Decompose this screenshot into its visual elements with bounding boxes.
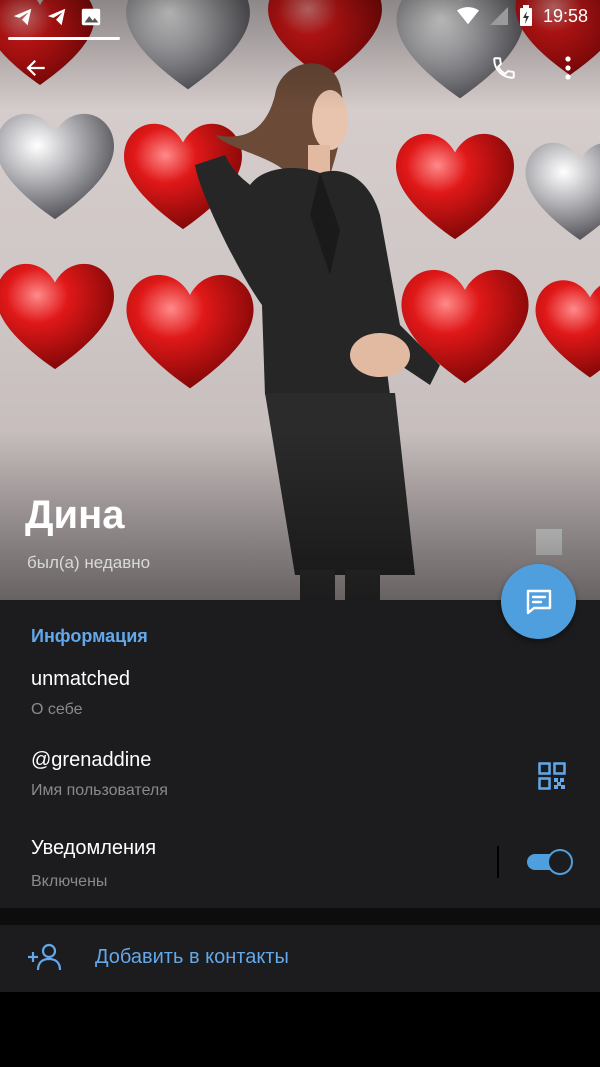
profile-last-seen: был(а) недавно [27, 553, 151, 572]
image-icon [81, 8, 101, 26]
profile-name: Дина [25, 493, 125, 537]
section-title: Информация [31, 626, 148, 646]
back-button[interactable] [16, 48, 56, 88]
arrow-left-icon [26, 59, 45, 77]
status-time: 19:58 [542, 5, 588, 26]
telegram-icon [13, 8, 32, 26]
more-vertical-icon [565, 56, 571, 80]
status-bar: 19:58 [0, 0, 600, 40]
notifications-title[interactable]: Уведомления [31, 837, 156, 860]
bio-label: О себе [31, 701, 83, 718]
bio-value[interactable]: unmatched [31, 668, 130, 691]
section-separator [0, 908, 600, 925]
qr-code-icon[interactable] [538, 762, 566, 790]
profile-photo[interactable]: Дина был(а) недавно [0, 0, 600, 600]
heart-balloon [520, 125, 600, 240]
battery-charging-icon [519, 5, 532, 26]
divider [497, 846, 499, 878]
add-user-icon [28, 943, 61, 971]
username-label: Имя пользователя [31, 782, 168, 799]
more-menu-button[interactable] [548, 48, 588, 88]
signal-icon [489, 7, 508, 25]
username-value[interactable]: @grenaddine [31, 749, 151, 772]
send-message-button[interactable] [501, 564, 576, 639]
phone-icon [493, 57, 515, 79]
message-icon [526, 589, 551, 614]
telegram-icon [47, 8, 66, 26]
wifi-icon [456, 7, 479, 25]
add-to-contacts-button[interactable]: Добавить в контакты [0, 925, 600, 992]
heart-balloon [0, 100, 114, 220]
story-progress-bar [8, 37, 120, 40]
heart-balloon [530, 265, 600, 378]
heart-balloon [0, 250, 114, 370]
add-to-contacts-label: Добавить в контакты [95, 946, 289, 968]
info-section: Информация unmatched О себе @grenaddine … [0, 600, 600, 908]
notifications-status: Включены [31, 873, 108, 890]
notifications-toggle[interactable] [527, 849, 573, 875]
call-button[interactable] [484, 48, 524, 88]
